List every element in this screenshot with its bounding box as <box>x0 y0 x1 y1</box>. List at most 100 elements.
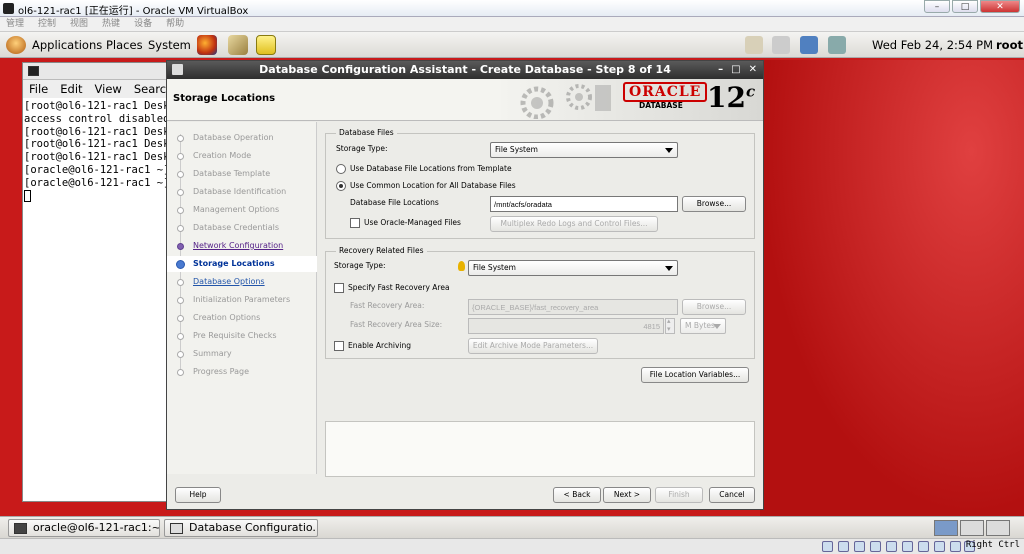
step-summary: Summary <box>167 346 317 362</box>
step-prerequisite-checks: Pre Requisite Checks <box>167 328 317 344</box>
group-label: Recovery Related Files <box>336 246 427 255</box>
terminal-menu-file[interactable]: File <box>29 80 48 98</box>
optical-icon[interactable] <box>838 541 849 552</box>
fra-size-label: Fast Recovery Area Size: <box>350 320 443 329</box>
applications-menu[interactable]: Applications <box>32 38 102 52</box>
system-menu[interactable]: System <box>148 38 191 52</box>
db-browse-button[interactable]: Browse... <box>682 196 746 212</box>
vb-menu-help[interactable]: 帮助 <box>166 17 184 31</box>
step-dot-icon <box>177 171 184 178</box>
checkbox-label: Specify Fast Recovery Area <box>348 283 450 292</box>
clock[interactable]: Wed Feb 24, 2:54 PM <box>872 38 993 52</box>
step-dot-icon <box>177 153 184 160</box>
step-database-operation: Database Operation <box>167 130 317 146</box>
terminal-menu-edit[interactable]: Edit <box>60 80 82 98</box>
enable-archiving-checkbox[interactable] <box>334 341 344 351</box>
network-icon[interactable] <box>800 36 818 54</box>
edit-archive-button[interactable]: Edit Archive Mode Parameters... <box>468 338 598 354</box>
help-button[interactable]: Help <box>175 487 221 503</box>
places-menu[interactable]: Places <box>106 38 143 52</box>
chevron-down-icon <box>665 266 673 271</box>
fra-size-spinner[interactable] <box>665 317 675 334</box>
mail-launcher-icon[interactable] <box>228 35 248 55</box>
finish-button[interactable]: Finish <box>655 487 703 503</box>
group-label: Database Files <box>336 128 397 137</box>
vb-menu-control[interactable]: 控制 <box>38 17 56 31</box>
step-label: Database Identification <box>193 187 287 196</box>
display-icon[interactable] <box>902 541 913 552</box>
virtualbox-app-icon <box>3 3 14 14</box>
taskbar-terminal[interactable]: oracle@ol6-121-rac1:~ <box>8 519 160 537</box>
network-adapter-icon[interactable] <box>918 541 929 552</box>
terminal-window[interactable]: File Edit View Search [root@ol6-121-rac1… <box>22 62 173 502</box>
shared-folder-icon[interactable] <box>886 541 897 552</box>
page-title: Storage Locations <box>173 93 276 104</box>
update-icon[interactable] <box>745 36 763 54</box>
step-network-configuration[interactable]: Network Configuration <box>167 238 317 254</box>
file-location-input[interactable] <box>490 196 678 212</box>
dbca-maximize-button[interactable]: □ <box>731 61 740 79</box>
multiplex-button[interactable]: Multiplex Redo Logs and Control Files... <box>490 216 658 232</box>
vb-menu-hotkeys[interactable]: 热键 <box>102 17 120 31</box>
minimize-button[interactable]: – <box>924 0 950 13</box>
dbca-titlebar: Database Configuration Assistant - Creat… <box>167 61 763 79</box>
db-storage-type-select[interactable]: File System <box>490 142 678 158</box>
radio-use-common-location[interactable] <box>336 181 346 191</box>
user-name[interactable]: root <box>996 38 1023 52</box>
dbca-close-button[interactable]: ✕ <box>749 61 757 79</box>
radio-use-template-locations[interactable] <box>336 164 346 174</box>
step-storage-locations[interactable]: Storage Locations <box>167 256 317 272</box>
select-value: File System <box>473 263 516 272</box>
fra-browse-button[interactable]: Browse... <box>682 299 746 315</box>
fra-input[interactable] <box>468 299 678 315</box>
file-location-variables-button[interactable]: File Location Variables... <box>641 367 749 383</box>
firefox-launcher-icon[interactable] <box>197 35 217 55</box>
back-button[interactable]: < Back <box>553 487 601 503</box>
specify-fra-checkbox[interactable] <box>334 283 344 293</box>
omf-checkbox[interactable] <box>350 218 360 228</box>
dbca-header: Storage Locations ORACLE DATABASE 12c <box>167 79 763 121</box>
next-button[interactable]: Next > <box>603 487 651 503</box>
terminal-menu-view[interactable]: View <box>95 80 122 98</box>
vb-menu-devices[interactable]: 设备 <box>134 17 152 31</box>
step-database-options[interactable]: Database Options <box>167 274 317 290</box>
step-dot-icon <box>177 333 184 340</box>
step-database-template: Database Template <box>167 166 317 182</box>
hint-bulb-icon[interactable] <box>458 261 465 271</box>
usb-icon[interactable] <box>870 541 881 552</box>
chevron-down-icon <box>665 148 673 153</box>
step-label: Database Credentials <box>193 223 280 232</box>
radio-label: Use Database File Locations from Templat… <box>350 164 512 173</box>
fra-size-input[interactable] <box>468 318 664 334</box>
vb-menu-view[interactable]: 视图 <box>70 17 88 31</box>
workspace-2[interactable] <box>960 520 984 536</box>
step-database-identification: Database Identification <box>167 184 317 200</box>
file-location-label: Database File Locations <box>350 198 439 207</box>
terminal-output[interactable]: [root@ol6-121-rac1 Deskt access control … <box>23 98 171 205</box>
vb-menu-machine[interactable]: 管理 <box>6 17 24 31</box>
audio-icon[interactable] <box>854 541 865 552</box>
close-button[interactable]: ✕ <box>980 0 1020 13</box>
notes-launcher-icon[interactable] <box>256 35 276 55</box>
maximize-button[interactable]: □ <box>952 0 978 13</box>
hdd-icon[interactable] <box>822 541 833 552</box>
checkbox-label: Enable Archiving <box>348 341 411 350</box>
cancel-button[interactable]: Cancel <box>709 487 755 503</box>
fra-unit-select[interactable]: M Bytes <box>680 318 726 334</box>
recovery-storage-type-select[interactable]: File System <box>468 260 678 276</box>
gears-decoration-icon <box>520 84 611 119</box>
workspace-1[interactable] <box>934 520 958 536</box>
terminal-cursor <box>24 189 31 202</box>
volume-icon[interactable] <box>772 36 790 54</box>
workspace-3[interactable] <box>986 520 1010 536</box>
terminal-line: [oracle@ol6-121-rac1 ~]$ <box>24 163 171 176</box>
step-label: Database Operation <box>193 133 274 142</box>
terminal-icon <box>14 523 27 534</box>
dbca-minimize-button[interactable]: – <box>718 61 723 79</box>
gnome-foot-icon <box>6 36 26 54</box>
taskbar-dbca[interactable]: Database Configuratio... <box>164 519 318 537</box>
desktop-wallpaper <box>760 60 1024 516</box>
record-icon[interactable] <box>934 541 945 552</box>
package-icon[interactable] <box>828 36 846 54</box>
cpu-icon[interactable] <box>950 541 961 552</box>
